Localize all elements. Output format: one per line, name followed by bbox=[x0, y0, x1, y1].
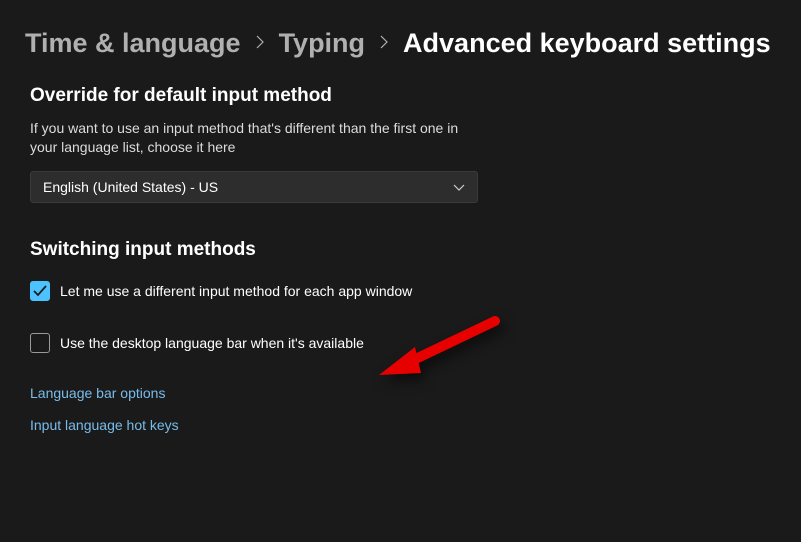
chevron-down-icon bbox=[453, 179, 465, 195]
link-language-bar-options[interactable]: Language bar options bbox=[30, 385, 771, 401]
checkbox-language-bar-label: Use the desktop language bar when it's a… bbox=[60, 335, 364, 351]
chevron-right-icon bbox=[379, 33, 389, 54]
override-section-desc: If you want to use an input method that'… bbox=[30, 119, 470, 157]
checkbox-row-language-bar: Use the desktop language bar when it's a… bbox=[30, 333, 771, 353]
checkbox-row-per-app: Let me use a different input method for … bbox=[30, 281, 771, 301]
chevron-right-icon bbox=[255, 33, 265, 54]
breadcrumb-current: Advanced keyboard settings bbox=[403, 28, 771, 59]
checkbox-language-bar[interactable] bbox=[30, 333, 50, 353]
override-section-header: Override for default input method bbox=[30, 85, 771, 107]
switching-section-header: Switching input methods bbox=[30, 239, 771, 261]
checkbox-per-app[interactable] bbox=[30, 281, 50, 301]
breadcrumb-typing[interactable]: Typing bbox=[279, 28, 365, 59]
dropdown-selected-label: English (United States) - US bbox=[43, 179, 218, 195]
breadcrumb-time-language[interactable]: Time & language bbox=[25, 28, 241, 59]
checkbox-per-app-label: Let me use a different input method for … bbox=[60, 283, 412, 299]
input-method-dropdown[interactable]: English (United States) - US bbox=[30, 171, 478, 203]
breadcrumb: Time & language Typing Advanced keyboard… bbox=[0, 0, 801, 67]
link-input-hotkeys[interactable]: Input language hot keys bbox=[30, 417, 771, 433]
